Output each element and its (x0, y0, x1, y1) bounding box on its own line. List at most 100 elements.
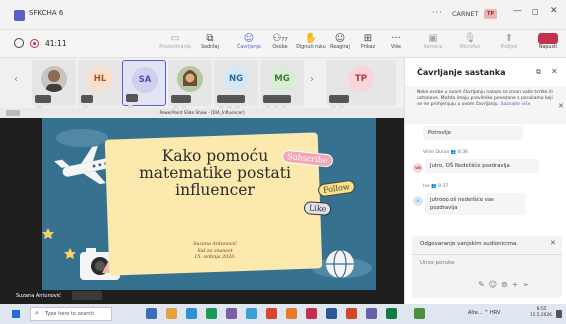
participant-tile[interactable]: NG (214, 60, 258, 110)
participant-tile[interactable]: MG (260, 60, 304, 110)
people-button[interactable]: ⚇77 Osobe (268, 32, 292, 56)
message-meta: Vilim Duran 👥 8:36 (423, 150, 468, 155)
title-bar: SFKCHA 6 ··· CARNET TP — ◻ ✕ (0, 0, 566, 30)
share-button[interactable]: ⬆ Podijeli (497, 32, 521, 56)
slide-author: Suzana Antunović Sat za znanost 15. svib… (193, 242, 237, 260)
raise-hand-icon: ✋ (304, 33, 318, 44)
recording-icon (30, 39, 39, 48)
emoji-icon[interactable]: ☺ (489, 280, 501, 289)
view-button[interactable]: ⊞ Prikaz (357, 32, 379, 56)
participant-photo (41, 66, 67, 92)
divider (412, 254, 562, 255)
participant-status-bar (217, 95, 245, 110)
chat-title: Čavrljanje sastanka (417, 68, 506, 77)
avatar: VD (413, 163, 423, 173)
participant-status-bar (35, 95, 51, 110)
meeting-toolbar: 41:11 ▭ Prezentiranje ⧉ Sadržaj ☺ Čavrlj… (0, 30, 566, 58)
add-icon[interactable]: + (512, 280, 523, 289)
participant-status-bar (81, 95, 93, 110)
hang-up-icon (538, 33, 558, 44)
user-avatar[interactable]: TP (484, 9, 497, 19)
teams-icon[interactable] (366, 308, 377, 319)
powerpoint-icon[interactable] (266, 308, 277, 319)
task-view-icon[interactable] (146, 308, 157, 319)
participant-strip: ‹ HL SA NG MG › TP (0, 58, 404, 110)
notifications-icon[interactable] (556, 310, 562, 318)
participant-initials: HL (87, 66, 113, 92)
participant-tile[interactable]: HL (78, 60, 122, 110)
slide-show-caption: PowerPoint Slide Show - [DIA_Influencer] (0, 108, 404, 118)
edge-icon[interactable] (246, 308, 257, 319)
chat-message: Potrovlje (423, 126, 523, 140)
learn-more-link[interactable]: Saznajte više (501, 102, 531, 107)
mic-button[interactable]: 🎙 Mikrofon (456, 32, 484, 56)
attach-icon[interactable]: ⊚ (501, 280, 512, 289)
app-icon[interactable] (386, 308, 397, 319)
more-button[interactable]: ··· Više (386, 32, 406, 56)
like-sticker: Like (303, 201, 332, 216)
send-icon[interactable]: ➢ (522, 280, 533, 289)
pop-out-icon[interactable]: ⧉ (536, 68, 541, 77)
participant-tile[interactable] (168, 60, 212, 110)
people-icon: ⚇77 (272, 33, 288, 44)
present-icon: ▭ (170, 33, 180, 44)
strip-prev-arrow[interactable]: ‹ (14, 74, 18, 85)
firefox-icon[interactable] (286, 308, 297, 319)
search-icon: ⌕ (35, 309, 39, 317)
share-icon: ⬆ (504, 33, 514, 44)
react-button[interactable]: ☺ Reagiraj (328, 32, 352, 56)
chat-button[interactable]: ☺ Čavrljanje (231, 32, 267, 56)
word-icon[interactable] (326, 308, 337, 319)
participant-initials: MG (269, 66, 295, 92)
content-button[interactable]: ⧉ Sadržaj (197, 32, 223, 56)
presenter-controls[interactable] (72, 291, 102, 300)
taskbar: ⌕ Type here to search Alte... ^ HRV 8:55… (0, 304, 566, 324)
message-meta: Ivo 👥 8:37 (423, 184, 449, 189)
present-button[interactable]: ▭ Prezentiranje (158, 32, 192, 56)
participant-status-bar (171, 95, 191, 110)
camera-button[interactable]: ▣ Kamera (422, 32, 444, 56)
more-options-button[interactable]: ··· (432, 8, 443, 17)
avatar: I (413, 196, 423, 206)
app-icon[interactable] (226, 308, 237, 319)
participant-initials: SA (132, 67, 158, 93)
meeting-info-icon[interactable] (14, 38, 24, 48)
close-window-button[interactable]: ✕ (550, 6, 558, 16)
teams-logo-icon (14, 10, 25, 21)
raise-hand-button[interactable]: ✋ Dignuti ruku (296, 32, 326, 56)
window-title: SFKCHA 6 (29, 9, 64, 17)
participant-status-bar (263, 95, 291, 110)
chat-message: jutrooo.oš nedelišće vas pozdravlja (425, 193, 525, 215)
leave-button[interactable]: Napusti (538, 32, 558, 50)
mic-icon: 🎙 (463, 33, 477, 44)
windows-start-icon[interactable] (12, 310, 20, 318)
app-icon[interactable] (346, 308, 357, 319)
participant-initials: NG (223, 66, 249, 92)
dismiss-reply-icon[interactable]: ✕ (550, 239, 556, 247)
maximize-button[interactable]: ◻ (532, 7, 539, 16)
app-icon[interactable] (414, 308, 425, 319)
mail-icon[interactable] (186, 308, 197, 319)
participant-tile-active[interactable]: SA (122, 60, 166, 109)
people-count: 77 (281, 37, 288, 43)
participant-tile[interactable]: TP (326, 60, 396, 110)
close-chat-icon[interactable]: ✕ (551, 67, 558, 76)
compose-actions: ✎☺⊚+➢ (478, 280, 533, 289)
taskbar-search[interactable]: ⌕ Type here to search (30, 307, 112, 321)
external-user-icon: 👥 (431, 184, 437, 189)
excel-icon[interactable] (206, 308, 217, 319)
dismiss-notice-icon[interactable]: ✕ (558, 102, 564, 110)
chat-message: Jutro, OŠ Nedelišće pozdravlja (425, 159, 539, 173)
file-explorer-icon[interactable] (166, 308, 177, 319)
app-icon[interactable] (306, 308, 317, 319)
taskbar-clock[interactable]: 8:55 15.5.2026. (530, 307, 553, 319)
minimize-button[interactable]: — (513, 6, 522, 16)
compose-box: Odgovaranje vanjskim sudionicima. ✕ Unos… (412, 236, 562, 298)
participant-tile[interactable] (32, 60, 76, 110)
strip-next-arrow[interactable]: › (310, 74, 314, 85)
participant-status-bar (126, 94, 138, 109)
system-tray[interactable]: Alte... ^ HRV (468, 310, 500, 316)
format-icon[interactable]: ✎ (478, 280, 489, 289)
external-notice: Neke osobe u ovom čavrljanju nalaze se i… (405, 86, 566, 124)
message-input[interactable]: Unos poruke (420, 260, 454, 266)
